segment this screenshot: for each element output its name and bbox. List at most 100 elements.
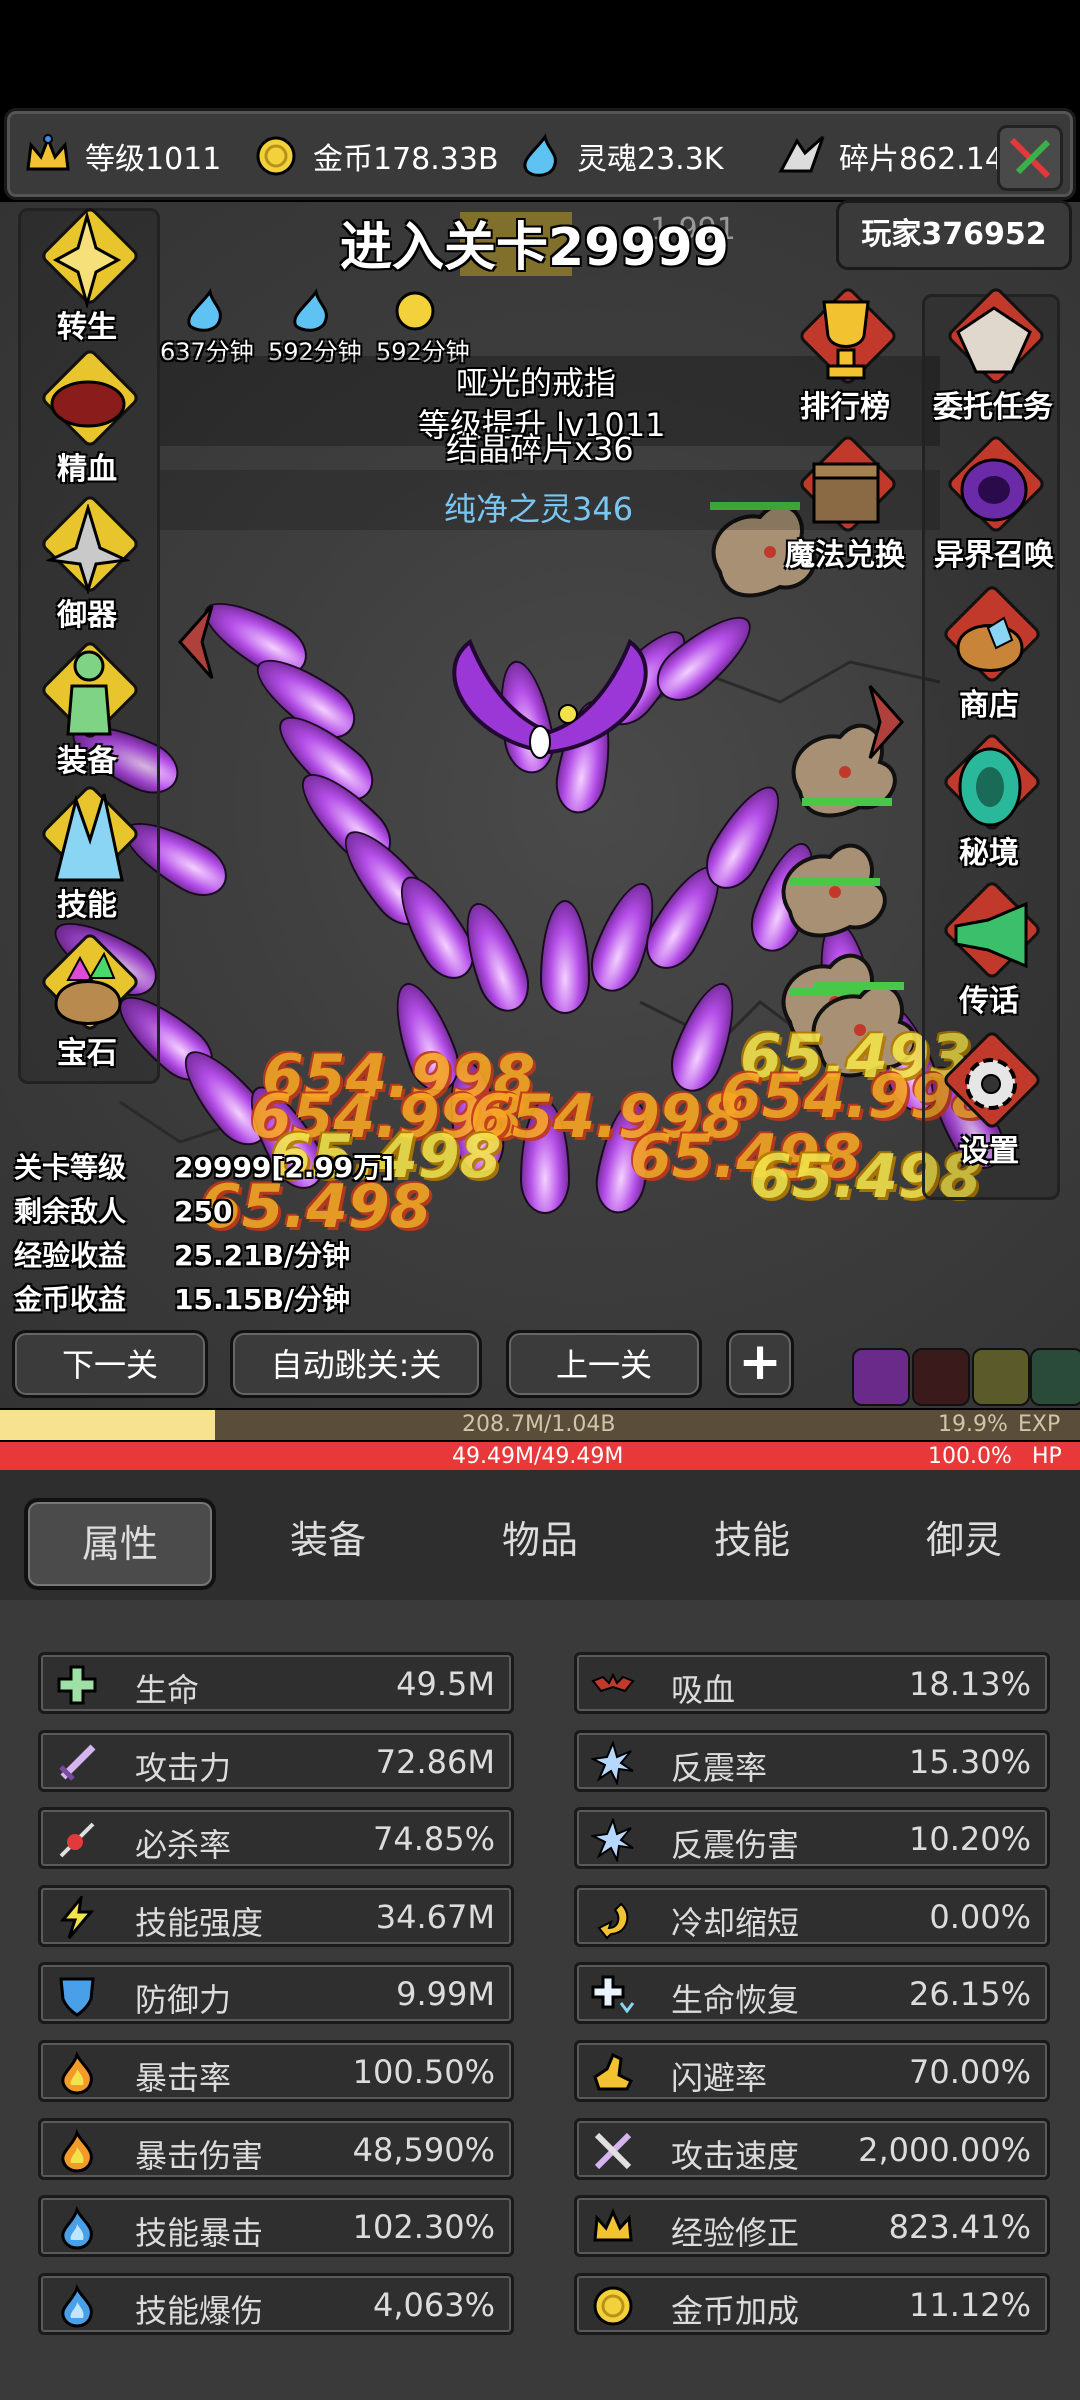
player-name-box[interactable]: 玩家376952 [836, 200, 1072, 270]
chevron-right-icon[interactable] [860, 682, 910, 762]
auto-skip-toggle[interactable]: 自动跳关:关 [230, 1330, 482, 1398]
stat-value: 0.00% [929, 1897, 1031, 1936]
stat-row: 攻击速度 2,000.00% [574, 2117, 1050, 2180]
menu-quest[interactable]: 委托任务 [918, 285, 1068, 426]
stat-value: 11.12% [908, 2285, 1031, 2324]
shard-icon [778, 135, 825, 173]
gold-coin-icon [256, 136, 296, 176]
stat-row: 暴击伤害 48,590% [38, 2117, 514, 2180]
menu-settings[interactable]: 设置 [924, 1029, 1054, 1170]
stat-row: 经验修正 823.41% [574, 2195, 1050, 2258]
stat-row: 攻击力 72.86M [38, 1729, 514, 1792]
tab-attributes[interactable]: 属性 [24, 1498, 216, 1590]
stat-name: 生命恢复 [671, 1981, 800, 2020]
tab-equipment[interactable]: 装备 [236, 1498, 420, 1582]
sword-icon [55, 1741, 99, 1785]
menu-label: 宝石 [57, 1036, 117, 1071]
hp-unit: HP [1032, 1444, 1062, 1469]
crossed-sword-icon [1009, 137, 1051, 179]
menu-weapon-spirit[interactable]: 御器 [22, 493, 152, 634]
menu-label: 转生 [57, 310, 117, 345]
menu-shop[interactable]: 商店 [924, 583, 1054, 724]
boot-icon [591, 2051, 635, 2095]
stat-value: 10.20% [908, 1820, 1031, 1859]
fire-icon [55, 2128, 99, 2173]
menu-label: 委托任务 [933, 390, 1053, 425]
menu-blood[interactable]: 精血 [22, 347, 152, 488]
menu-magic-exchange[interactable]: 魔法兑换 [760, 433, 930, 574]
menu-equipment[interactable]: 装备 [22, 639, 152, 780]
stat-name: 反震率 [671, 1748, 768, 1787]
menu-portal-summon[interactable]: 异界召唤 [914, 433, 1074, 574]
hp-percent: 100.0% [928, 1444, 1012, 1469]
secret-realm-icon [958, 747, 1022, 827]
shield-icon [55, 1973, 99, 2018]
soul-flame-icon [523, 133, 557, 177]
stat-row: 防御力 9.99M [38, 1962, 514, 2025]
tab-skills[interactable]: 技能 [660, 1498, 844, 1582]
info-key: 金币收益 [14, 1283, 127, 1316]
menu-skill[interactable]: 技能 [22, 783, 152, 924]
stat-name: 冷却缩短 [671, 1903, 800, 1942]
menu-ranking[interactable]: 排行榜 [770, 285, 920, 426]
stat-name: 生命 [135, 1671, 200, 1709]
stage-info-exp: 经验收益 25.21B/分钟 [14, 1234, 350, 1274]
exp-unit: EXP [1018, 1412, 1061, 1437]
hp-bar: 49.49M/49.49M 100.0% HP [0, 1442, 1080, 1472]
stage-info-enemies: 剩余敌人 250 [14, 1190, 232, 1230]
tab-items[interactable]: 物品 [448, 1498, 632, 1582]
menu-label: 技能 [57, 888, 117, 923]
menu-label: 魔法兑换 [785, 538, 905, 573]
stat-name: 暴击率 [135, 2059, 232, 2097]
prev-stage-button[interactable]: 上一关 [506, 1330, 702, 1398]
trophy-icon [822, 300, 870, 380]
stat-name: 必杀率 [135, 1826, 232, 1865]
resource-soul-label: 灵魂23.3K [577, 142, 724, 177]
resource-shard: 碎片862.14M [777, 129, 1030, 183]
menu-gem[interactable]: 宝石 [22, 931, 152, 1072]
spike-burst-icon [589, 1739, 635, 1786]
fire-icon [55, 2050, 99, 2095]
menu-rebirth[interactable]: 转生 [22, 205, 152, 346]
skill-slot[interactable] [972, 1348, 1030, 1406]
info-value: 29999[2.99万] [174, 1151, 395, 1184]
blood-essence-icon [50, 380, 126, 428]
cooldown-arrow-icon [591, 1896, 635, 1940]
plus-button[interactable]: + [726, 1330, 794, 1398]
gem-bag-icon [54, 951, 122, 1025]
resource-soul: 灵魂23.3K [515, 129, 723, 183]
menu-label: 装备 [57, 744, 117, 779]
tab-spirits[interactable]: 御灵 [872, 1498, 1056, 1582]
quest-scroll-icon [956, 306, 1032, 374]
gold-coin-icon [591, 2284, 635, 2328]
exp-text: 208.7M/1.04B [462, 1412, 616, 1437]
stat-row: 技能强度 34.67M [38, 1884, 514, 1947]
skill-slot[interactable] [852, 1348, 910, 1406]
info-value: 25.21B/分钟 [174, 1239, 351, 1272]
menu-horn[interactable]: 传话 [924, 879, 1054, 1020]
battle-toggle-button[interactable] [997, 125, 1063, 191]
stat-name: 技能暴击 [135, 2214, 264, 2253]
skill-slot[interactable] [912, 1348, 970, 1406]
exp-bar: 208.7M/1.04B 19.9% EXP [0, 1410, 1080, 1440]
stat-row: 生命 49.5M [38, 1652, 514, 1714]
chevron-left-icon[interactable] [172, 602, 222, 682]
stat-row: 技能爆伤 4,063% [38, 2272, 514, 2335]
blue-fire-icon [55, 2283, 99, 2328]
stat-name: 经验修正 [671, 2214, 800, 2253]
settings-gear-icon [965, 1058, 1017, 1110]
stat-value: 9.99M [396, 1975, 495, 2014]
skill-slot[interactable] [1030, 1348, 1080, 1406]
menu-secret-realm[interactable]: 秘境 [924, 731, 1054, 872]
info-value: 250 [174, 1195, 233, 1228]
stat-name: 技能强度 [135, 1903, 264, 1942]
stat-name: 暴击伤害 [135, 2136, 264, 2175]
next-stage-button[interactable]: 下一关 [12, 1330, 208, 1398]
stat-name: 防御力 [135, 1981, 232, 2020]
lightning-icon [55, 1892, 99, 1940]
stat-row: 必杀率 74.85% [38, 1807, 514, 1870]
notify-item: 哑光的戒指 [456, 364, 617, 402]
weapon-spirit-icon [46, 504, 130, 594]
stat-value: 72.86M [375, 1742, 495, 1781]
stat-value: 48,590% [352, 2130, 495, 2169]
